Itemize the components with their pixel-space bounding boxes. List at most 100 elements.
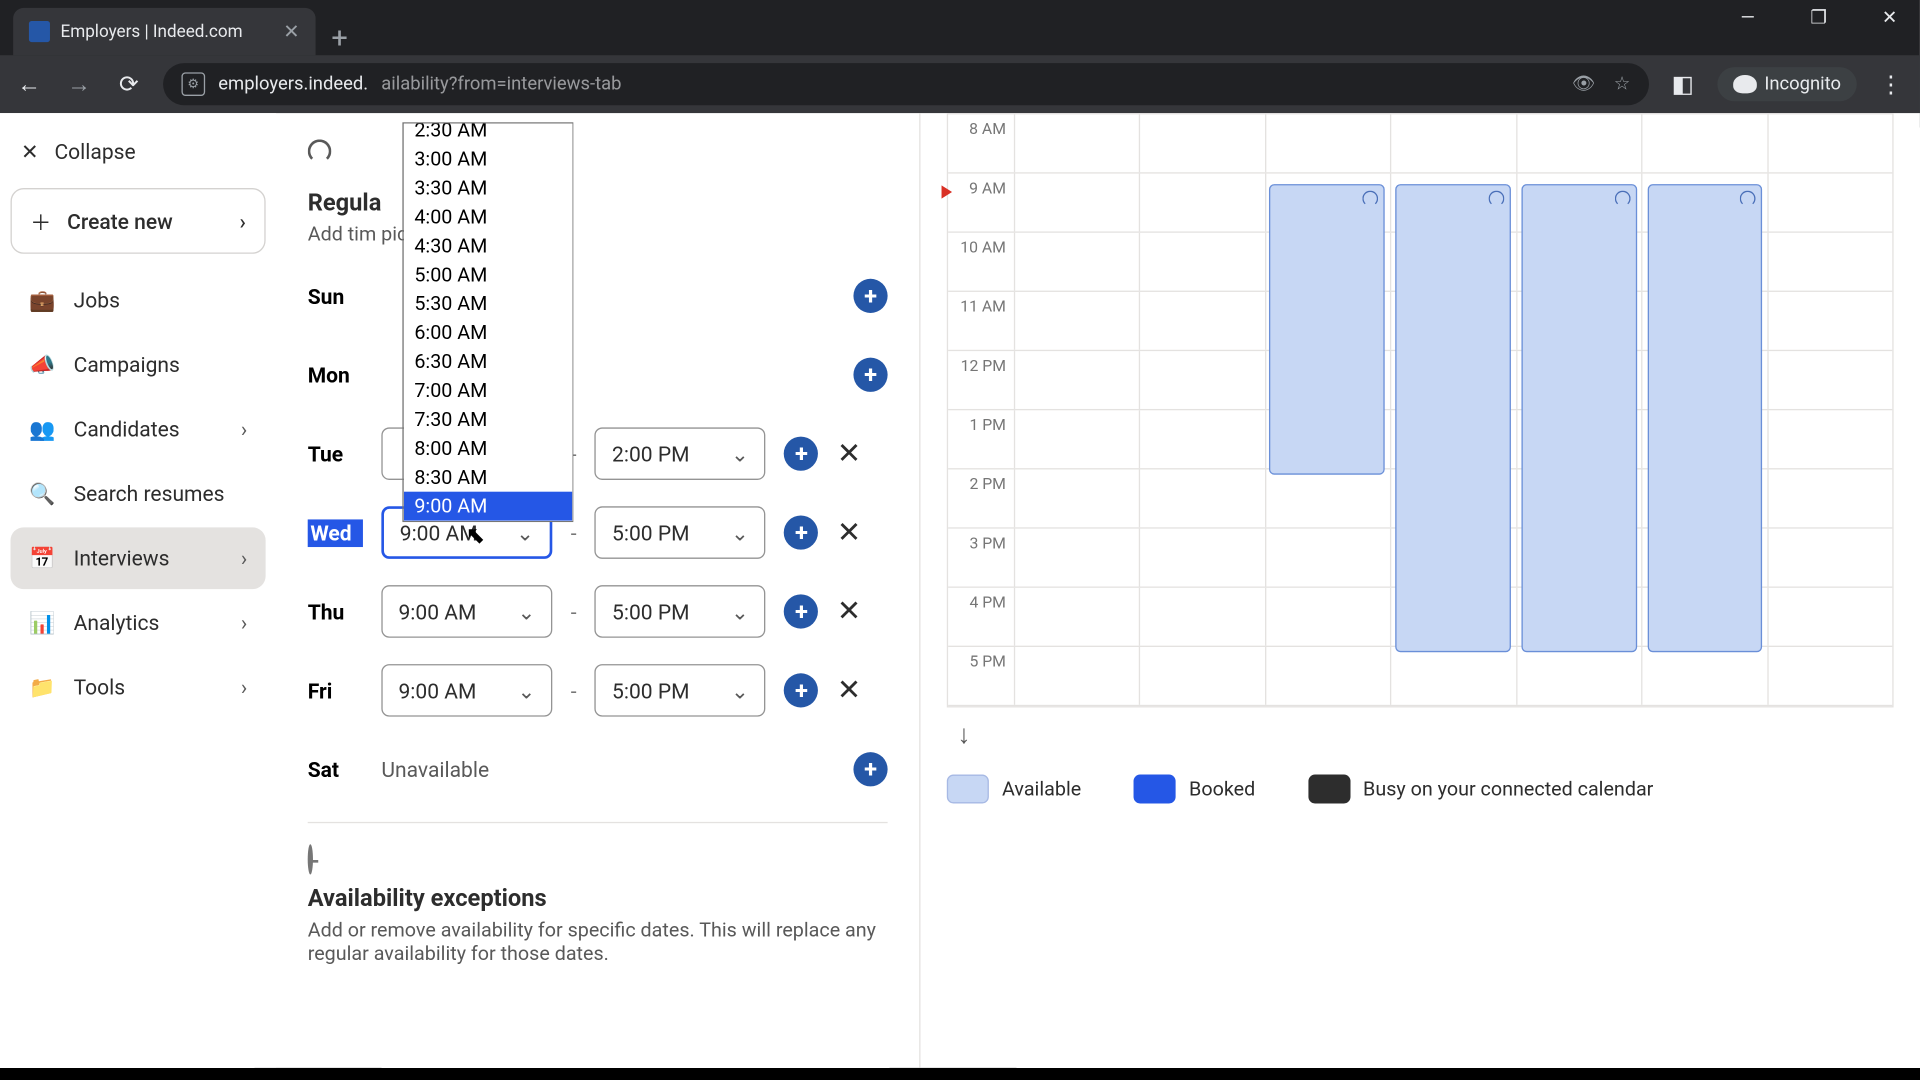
end-time-select[interactable]: 5:00 PM⌄ — [595, 506, 766, 559]
collapse-button[interactable]: ✕ Collapse — [11, 126, 266, 177]
dropdown-option[interactable]: 3:00 AM — [404, 145, 572, 174]
hour-label: 10 AM — [948, 233, 1014, 291]
back-button[interactable]: ← — [13, 70, 45, 98]
tab-bar: Employers | Indeed.com ✕ + ― ❐ ✕ — [0, 0, 1920, 55]
chevron-right-icon: › — [241, 675, 247, 700]
now-indicator — [942, 185, 953, 198]
swatch-busy — [1308, 775, 1350, 804]
chevron-down-icon: ⌄ — [731, 441, 749, 466]
remove-slot-button[interactable]: ✕ — [837, 674, 861, 707]
add-slot-button[interactable]: + — [784, 437, 818, 471]
availability-block[interactable] — [1270, 184, 1385, 475]
section-title: Regula — [308, 189, 888, 217]
add-slot-button[interactable]: + — [784, 673, 818, 707]
tab-favicon — [29, 21, 50, 42]
day-label: Sat — [308, 757, 363, 782]
reload-button[interactable]: ⟳ — [113, 70, 145, 98]
remove-slot-button[interactable]: ✕ — [837, 516, 861, 549]
chevron-down-icon: ⌄ — [731, 678, 749, 703]
add-slot-button[interactable]: + — [784, 594, 818, 628]
dropdown-option[interactable]: 5:30 AM — [404, 289, 572, 318]
legend: Available Booked Busy on your connected … — [947, 775, 1894, 804]
start-time-select[interactable]: 9:00 AM⌄ — [381, 585, 552, 638]
hour-label: 2 PM — [948, 469, 1014, 527]
add-slot-button[interactable]: + — [853, 279, 887, 313]
dropdown-option[interactable]: 8:30 AM — [404, 463, 572, 492]
hour-label: 12 PM — [948, 351, 1014, 409]
close-icon[interactable]: ✕ — [283, 20, 300, 44]
sidebar-item-interviews[interactable]: 📅Interviews› — [11, 527, 266, 589]
dropdown-option[interactable]: 4:30 AM — [404, 231, 572, 260]
add-slot-button[interactable]: + — [853, 752, 887, 786]
unavailable-label: Unavailable — [381, 757, 489, 782]
bookmark-icon[interactable]: ☆ — [1614, 74, 1631, 95]
start-time-select[interactable]: 9:00 AM⌄ — [381, 664, 552, 717]
briefcase-icon: 💼 — [29, 288, 55, 313]
calendar-icon: 📅 — [29, 546, 55, 571]
menu-button[interactable]: ⋮ — [1875, 70, 1907, 98]
day-row-wed: Wed9:00 AM⌄-5:00 PM⌄+✕ — [308, 506, 888, 559]
minimize-button[interactable]: ― — [1728, 8, 1767, 29]
tab-title: Employers | Indeed.com — [60, 22, 242, 42]
add-slot-button[interactable]: + — [853, 358, 887, 392]
day-row-sat: Sat Unavailable + — [308, 743, 888, 796]
forward-button[interactable]: → — [63, 70, 95, 98]
sidebar-item-analytics[interactable]: 📊Analytics› — [11, 592, 266, 654]
dropdown-option[interactable]: 5:00 AM — [404, 260, 572, 289]
dropdown-option[interactable]: 8:00 AM — [404, 434, 572, 463]
end-time-select[interactable]: 5:00 PM⌄ — [595, 664, 766, 717]
dropdown-option[interactable]: 4:00 AM — [404, 203, 572, 232]
day-label: Mon — [308, 362, 363, 387]
remove-slot-button[interactable]: ✕ — [837, 595, 861, 628]
megaphone-icon: 📣 — [29, 352, 55, 377]
recurring-icon — [1363, 191, 1379, 207]
time-dropdown[interactable]: 1:00 AM1:30 AM2:00 AM2:30 AM3:00 AM3:30 … — [402, 122, 573, 522]
create-new-button[interactable]: ＋ Create new › — [11, 188, 266, 254]
swatch-booked — [1134, 775, 1176, 804]
dropdown-option[interactable]: 6:30 AM — [404, 347, 572, 376]
calendar-grid[interactable]: 8 AM9 AM10 AM11 AM12 PM1 PM2 PM3 PM4 PM5… — [947, 113, 1894, 707]
day-row-tue: Tue⌄-2:00 PM⌄+✕ — [308, 427, 888, 480]
new-tab-button[interactable]: + — [316, 22, 364, 55]
sidebar-item-tools[interactable]: 📁Tools› — [11, 656, 266, 718]
url-text: employers.indeed. — [218, 74, 368, 95]
availability-block[interactable] — [1395, 184, 1510, 652]
remove-slot-button[interactable]: ✕ — [837, 437, 861, 470]
dropdown-option[interactable]: 2:30 AM — [404, 122, 572, 144]
dropdown-option[interactable]: 7:30 AM — [404, 405, 572, 434]
maximize-button[interactable]: ❐ — [1799, 8, 1838, 29]
search-icon: 🔍 — [29, 481, 55, 506]
dropdown-option[interactable]: 7:00 AM — [404, 376, 572, 405]
sidebar-item-candidates[interactable]: 👥Candidates› — [11, 398, 266, 460]
sidebar-item-campaigns[interactable]: 📣Campaigns — [11, 334, 266, 396]
close-window-button[interactable]: ✕ — [1870, 8, 1909, 29]
end-time-select[interactable]: 2:00 PM⌄ — [595, 427, 766, 480]
sidepanel-icon[interactable]: ◧ — [1667, 70, 1699, 98]
chevron-down-icon: ⌄ — [518, 599, 536, 624]
browser-tab[interactable]: Employers | Indeed.com ✕ — [13, 8, 315, 55]
add-slot-button[interactable]: + — [784, 515, 818, 549]
hour-label: 8 AM — [948, 114, 1014, 172]
day-row-sun: Sun+ — [308, 270, 888, 323]
chevron-down-icon: ⌄ — [731, 599, 749, 624]
address-bar[interactable]: ⚙ employers.indeed. ailability?from=inte… — [163, 63, 1649, 105]
hour-label: 11 AM — [948, 292, 1014, 350]
eye-off-icon[interactable]: 👁 — [1572, 74, 1595, 95]
incognito-badge[interactable]: Incognito — [1717, 67, 1857, 101]
exceptions-subtitle: Add or remove availability for specific … — [308, 918, 888, 965]
availability-block[interactable] — [1647, 184, 1762, 652]
chevron-down-icon: ⌄ — [516, 520, 534, 545]
site-settings-icon[interactable]: ⚙ — [181, 72, 205, 96]
chevron-down-icon: ⌄ — [518, 678, 536, 703]
dropdown-option[interactable]: 6:00 AM — [404, 318, 572, 347]
dropdown-option[interactable]: 9:00 AM — [404, 492, 572, 521]
end-time-select[interactable]: 5:00 PM⌄ — [595, 585, 766, 638]
dropdown-option[interactable]: 3:30 AM — [404, 174, 572, 203]
availability-block[interactable] — [1521, 184, 1636, 652]
refresh-icon[interactable] — [308, 139, 332, 163]
sidebar-item-jobs[interactable]: 💼Jobs — [11, 270, 266, 332]
day-label: Fri — [308, 678, 363, 703]
scroll-down-icon[interactable]: ↓ — [957, 718, 1893, 751]
chevron-right-icon: › — [241, 610, 247, 635]
sidebar-item-search-resumes[interactable]: 🔍Search resumes — [11, 463, 266, 525]
